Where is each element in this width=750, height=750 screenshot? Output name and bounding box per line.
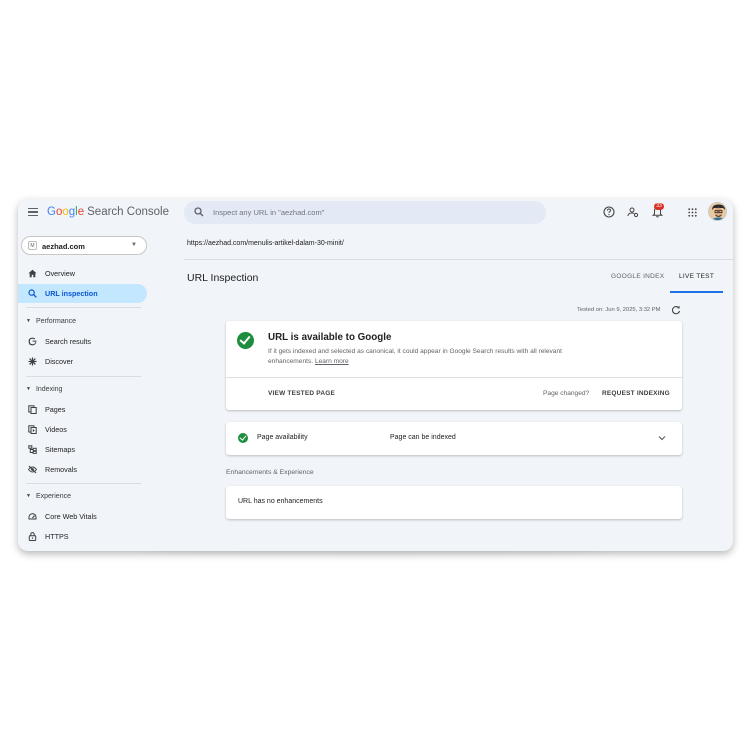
check-circle-icon <box>237 332 254 349</box>
sidebar-item-label: Pages <box>45 405 66 414</box>
card-divider <box>226 377 682 378</box>
property-icon: M <box>28 241 37 250</box>
status-title: URL is available to Google <box>268 332 392 343</box>
apps-grid-icon[interactable] <box>688 208 697 217</box>
sidebar-item-https[interactable]: HTTPS <box>18 527 147 546</box>
sidebar-item-pages[interactable]: Pages <box>18 400 147 419</box>
sidebar-item-label: Core Web Vitals <box>45 512 97 521</box>
chevron-down-icon[interactable] <box>658 435 666 441</box>
sidebar-item-core-web-vitals[interactable]: Core Web Vitals <box>18 507 147 526</box>
url-inspect-search-bar[interactable]: Inspect any URL in "aezhad.com" <box>184 201 546 224</box>
view-tested-page-button[interactable]: VIEW TESTED PAGE <box>268 390 335 397</box>
header-divider <box>184 259 733 260</box>
sidebar-item-overview[interactable]: Overview <box>18 264 147 283</box>
account-avatar[interactable] <box>708 202 727 221</box>
tab-live-test[interactable]: LIVE TEST <box>679 273 714 280</box>
section-label: Performance <box>35 318 77 325</box>
inspected-url: https://aezhad.com/menulis-artikel-dalam… <box>187 240 344 247</box>
visibility-off-icon <box>28 465 37 474</box>
sidebar-section-indexing[interactable]: ▼ Indexing <box>26 386 62 393</box>
sidebar-item-label: Videos <box>45 425 67 434</box>
search-icon <box>28 289 37 298</box>
manage-users-icon[interactable] <box>627 206 639 218</box>
menu-icon[interactable] <box>28 208 38 216</box>
home-icon <box>28 269 37 278</box>
search-console-logo[interactable]: Google Search Console <box>47 206 169 218</box>
sidebar-divider <box>26 483 141 484</box>
tab-google-index[interactable]: GOOGLE INDEX <box>611 273 664 280</box>
caret-down-icon: ▼ <box>26 493 31 499</box>
sidebar-item-removals[interactable]: Removals <box>18 460 147 479</box>
sidebar-divider <box>26 376 141 377</box>
availability-value: Page can be indexed <box>390 434 456 441</box>
page-title: URL Inspection <box>187 272 259 284</box>
sitemap-icon <box>28 445 37 454</box>
enhancements-card: URL has no enhancements <box>226 486 682 519</box>
property-name: aezhad.com <box>42 242 85 251</box>
caret-down-icon: ▼ <box>26 318 31 324</box>
page-changed-label: Page changed? <box>543 390 590 397</box>
refresh-icon[interactable] <box>671 305 681 315</box>
availability-label: Page availability <box>257 434 308 441</box>
sidebar-item-label: Overview <box>45 269 75 278</box>
google-g-icon <box>28 337 37 346</box>
request-indexing-button[interactable]: REQUEST INDEXING <box>602 390 670 397</box>
section-label: Experience <box>35 493 71 500</box>
notification-count-badge: 33 <box>654 203 664 210</box>
search-icon <box>194 207 204 217</box>
sidebar-item-label: Sitemaps <box>45 445 75 454</box>
help-icon[interactable] <box>603 206 615 218</box>
status-description-text: If it gets indexed and selected as canon… <box>268 348 562 365</box>
section-label: Indexing <box>35 386 63 393</box>
sidebar-item-label: Search results <box>45 337 91 346</box>
sidebar-item-label: Removals <box>45 465 77 474</box>
check-circle-icon <box>238 433 248 443</box>
video-pages-icon <box>28 425 37 434</box>
sidebar-item-sitemaps[interactable]: Sitemaps <box>18 440 147 459</box>
no-enhancements-text: URL has no enhancements <box>238 498 323 505</box>
logo-letter: G <box>47 206 56 218</box>
tested-on-timestamp: Tested on: Jun 9, 2025, 3:32 PM <box>577 307 661 313</box>
enhancements-heading: Enhancements & Experience <box>226 469 314 476</box>
sidebar-section-performance[interactable]: ▼ Performance <box>26 318 76 325</box>
sidebar-item-label: HTTPS <box>45 532 69 541</box>
sidebar-item-label: URL inspection <box>45 289 98 298</box>
search-placeholder: Inspect any URL in "aezhad.com" <box>213 208 325 217</box>
caret-down-icon: ▼ <box>26 386 31 392</box>
discover-asterisk-icon <box>28 357 37 366</box>
caret-down-icon: ▼ <box>131 242 137 248</box>
sidebar-section-experience[interactable]: ▼ Experience <box>26 493 71 500</box>
url-status-card: URL is available to Google If it gets in… <box>226 321 682 410</box>
logo-letter: e <box>77 206 85 218</box>
status-description: If it gets indexed and selected as canon… <box>268 347 568 367</box>
lock-icon <box>28 532 37 541</box>
sidebar-item-label: Discover <box>45 357 73 366</box>
pages-icon <box>28 405 37 414</box>
property-selector[interactable]: M aezhad.com ▼ <box>21 236 147 255</box>
sidebar-item-videos[interactable]: Videos <box>18 420 147 439</box>
avatar-portrait-icon <box>709 203 726 220</box>
speed-gauge-icon <box>28 513 37 520</box>
learn-more-link[interactable]: Learn more <box>315 358 349 365</box>
sidebar-item-search-results[interactable]: Search results <box>18 332 147 351</box>
logo-product-name: Search Console <box>87 206 169 218</box>
active-tab-indicator <box>670 291 723 293</box>
sidebar-item-discover[interactable]: Discover <box>18 352 147 371</box>
page-availability-row[interactable]: Page availability Page can be indexed <box>226 422 682 455</box>
search-console-window: Google Search Console Inspect any URL in … <box>18 199 733 551</box>
sidebar-item-url-inspection[interactable]: URL inspection <box>18 284 147 303</box>
sidebar-divider <box>26 307 141 308</box>
